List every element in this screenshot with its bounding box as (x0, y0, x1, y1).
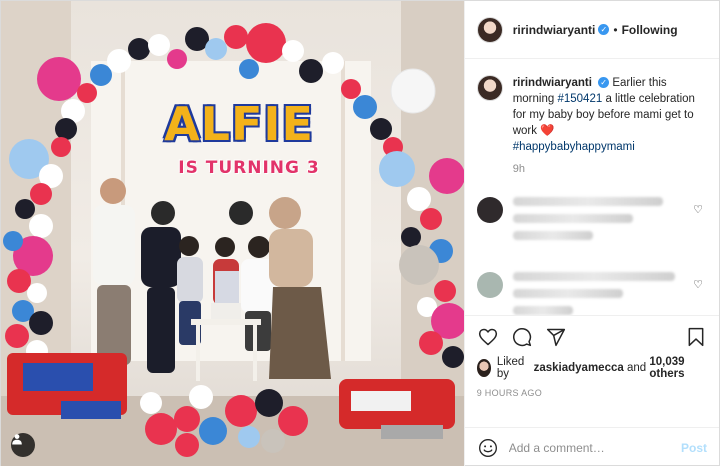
post-comment-button[interactable]: Post (681, 441, 707, 455)
hashtag-link[interactable]: #happybabyhappymami (513, 141, 635, 153)
add-comment-bar: Post (464, 427, 719, 466)
following-button[interactable]: Following (622, 23, 678, 37)
caption-timestamp[interactable]: 9h (513, 163, 707, 175)
banner-title: ALFIE (164, 97, 314, 151)
post-side-panel: ririndwiaryanti ✓ • Following ririndwiar… (463, 1, 719, 466)
separator-dot: • (613, 22, 618, 37)
commenter-avatar[interactable] (476, 197, 503, 223)
comment-item: ♡ (476, 197, 707, 248)
comment-button[interactable] (511, 326, 533, 348)
likes-summary: Liked by zaskiadyamecca and 10,039 other… (476, 356, 707, 380)
likes-others-count[interactable]: 10,039 others (649, 356, 707, 380)
caption-author-avatar[interactable] (476, 75, 503, 101)
post-header: ririndwiaryanti ✓ • Following (464, 1, 719, 59)
commenter-avatar[interactable] (476, 272, 503, 298)
liker-avatar[interactable] (476, 359, 491, 377)
likes-joiner: and (626, 362, 647, 374)
instagram-post: ALFIE IS TURNING 3 ririndwiaryanti ✓ • F… (0, 0, 720, 466)
action-icon-row (477, 322, 707, 352)
post-timestamp[interactable]: 9 HOURS AGO (477, 388, 707, 398)
verified-badge-icon: ✓ (598, 77, 610, 88)
likes-prefix: Liked by (496, 356, 525, 380)
party-scene-illustration (1, 1, 464, 466)
save-button[interactable] (685, 326, 707, 348)
comments-area[interactable]: ririndwiaryanti ✓ Earlier this morning #… (465, 59, 719, 315)
author-username[interactable]: ririndwiaryanti (513, 23, 596, 37)
comment-item: ♡ (476, 272, 707, 315)
comment-text-blurred (512, 197, 683, 248)
tagged-users-button[interactable] (11, 433, 35, 457)
comment-input[interactable] (508, 440, 681, 455)
post-actions: Liked by zaskiadyamecca and 10,039 other… (464, 315, 719, 427)
caption-username[interactable]: ririndwiaryanti (513, 77, 592, 89)
paper-plane-icon (546, 328, 565, 347)
like-button[interactable] (477, 326, 499, 348)
hashtag-link[interactable]: #150421 (557, 93, 602, 105)
emoji-smile-icon (478, 438, 497, 457)
user-icon (12, 434, 22, 445)
heart-icon (478, 328, 497, 346)
author-avatar[interactable] (476, 16, 503, 43)
post-photo[interactable]: ALFIE IS TURNING 3 (1, 1, 464, 466)
red-heart-emoji: ❤️ (540, 125, 555, 137)
comment-bubble-icon (512, 328, 531, 347)
banner-subtitle: IS TURNING 3 (178, 158, 320, 178)
comment-text-blurred (512, 272, 683, 315)
bookmark-icon (688, 327, 704, 347)
caption-text: ririndwiaryanti ✓ Earlier this morning #… (513, 75, 701, 155)
share-button[interactable] (545, 326, 567, 348)
comment-like-heart-icon[interactable]: ♡ (693, 278, 703, 291)
liked-by-username[interactable]: zaskiadyamecca (534, 362, 624, 374)
caption: ririndwiaryanti ✓ Earlier this morning #… (476, 75, 707, 155)
emoji-button[interactable] (477, 437, 499, 459)
comment-like-heart-icon[interactable]: ♡ (693, 203, 703, 216)
verified-badge-icon: ✓ (598, 24, 610, 35)
